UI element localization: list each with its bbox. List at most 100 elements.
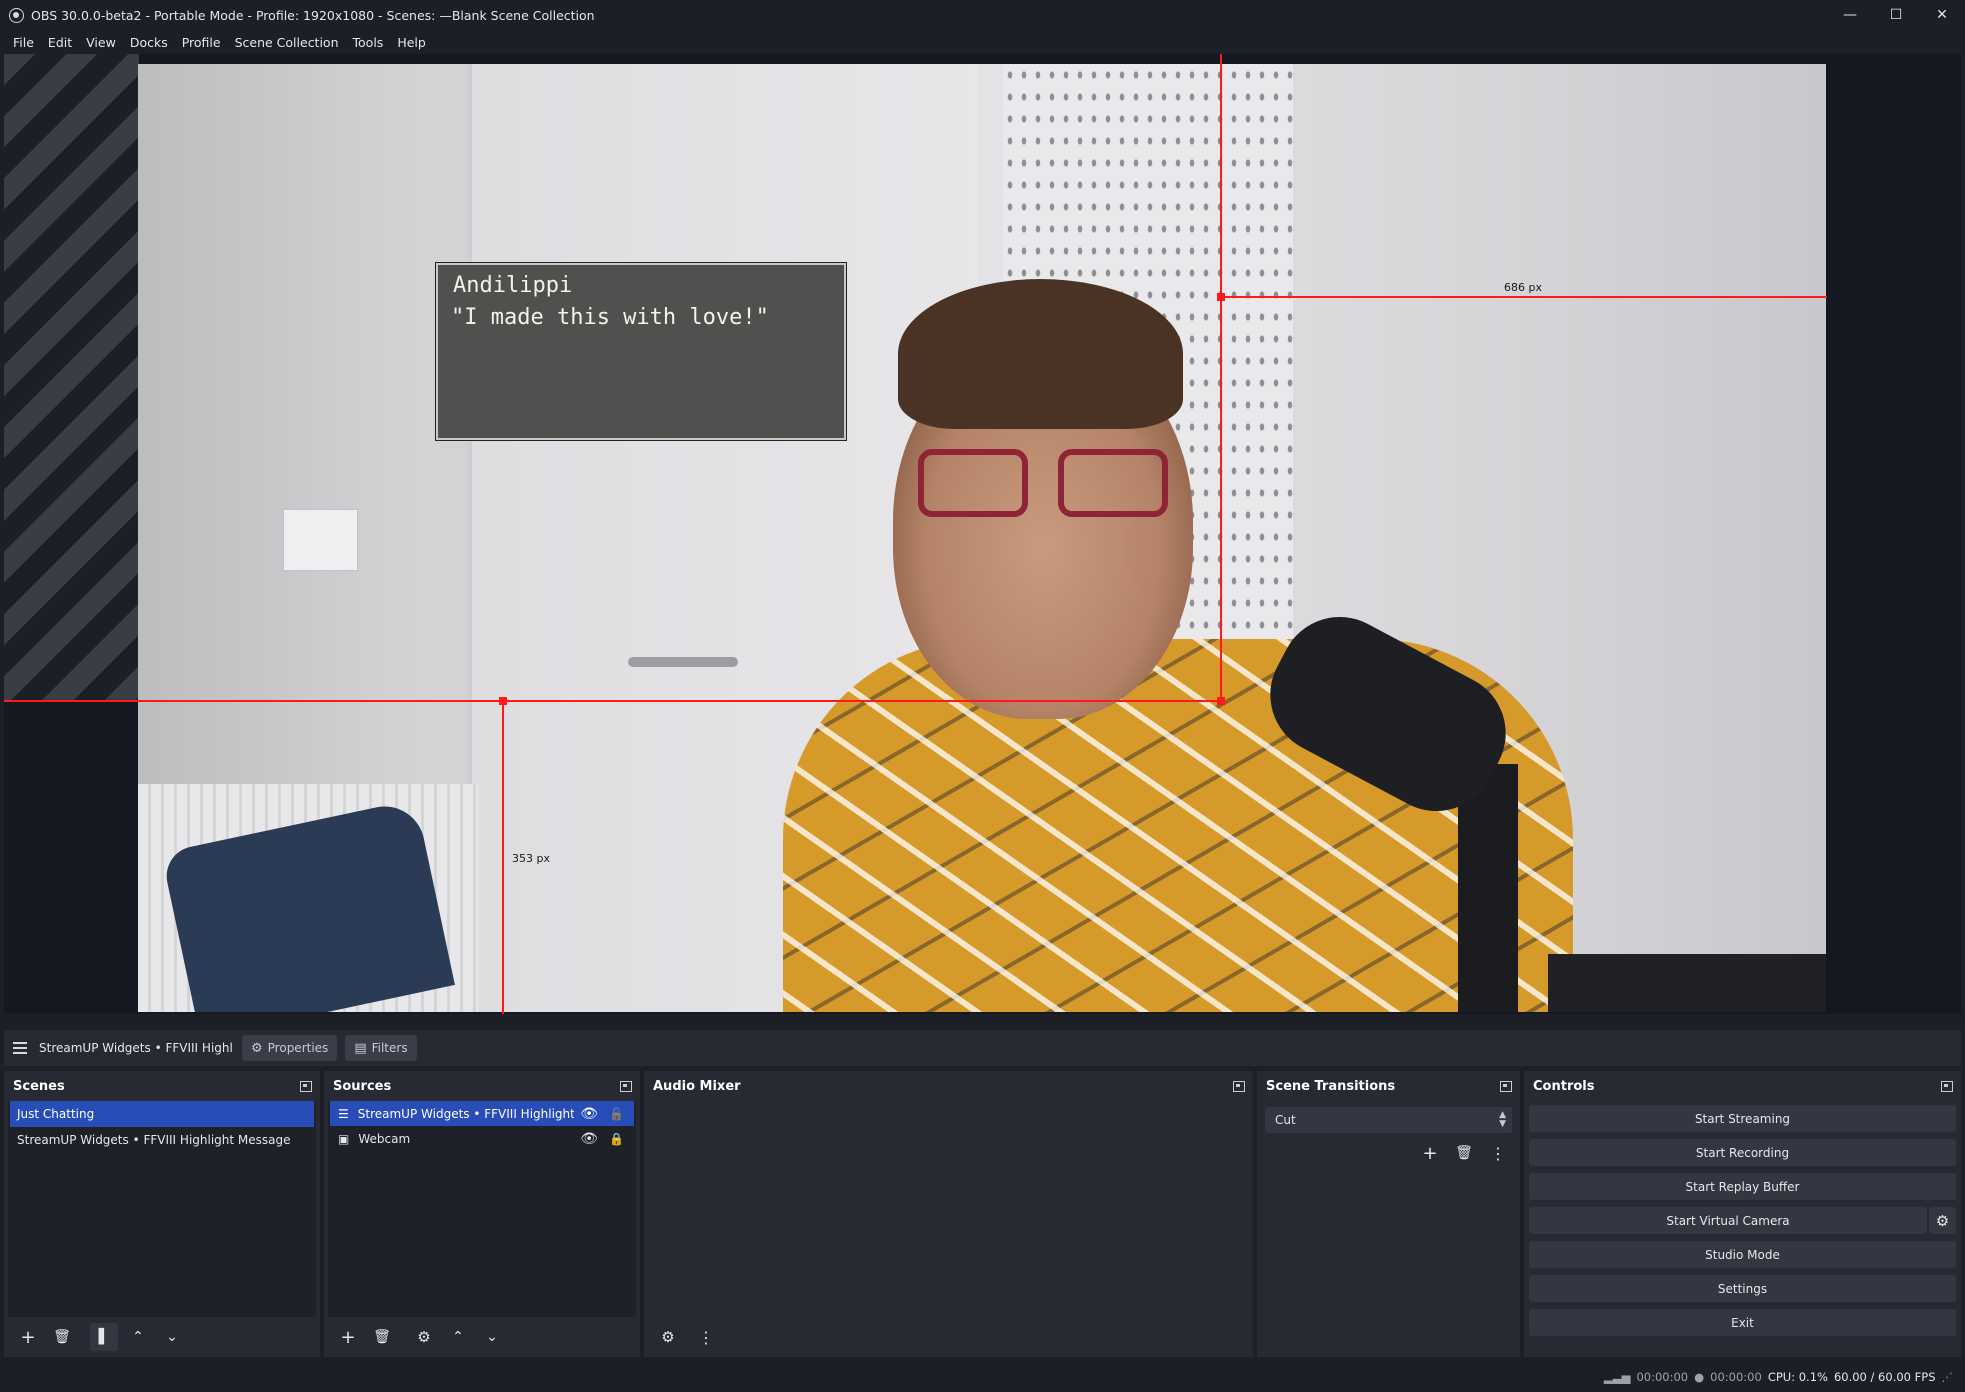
source-name: StreamUP Widgets • FFVIII Highlight Mess… bbox=[357, 1106, 574, 1121]
advanced-audio-button[interactable]: ⚙ bbox=[654, 1323, 682, 1351]
preview-area[interactable]: Andilippi "I made this with love!" 686 p… bbox=[4, 54, 1961, 1014]
properties-label: Properties bbox=[267, 1041, 329, 1055]
audio-mixer-dock: Audio Mixer ⚙ ⋮ bbox=[644, 1071, 1253, 1357]
eye-icon[interactable]: 👁 bbox=[580, 1131, 598, 1147]
guide-line-bottom bbox=[502, 701, 504, 1014]
plus-icon: + bbox=[340, 1326, 356, 1348]
remove-transition-button[interactable]: 🗑 bbox=[1450, 1139, 1478, 1167]
title-bar: OBS 30.0.0-beta2 - Portable Mode - Profi… bbox=[0, 0, 1965, 30]
menu-profile[interactable]: Profile bbox=[175, 30, 228, 54]
chevron-up-icon: ⌃ bbox=[452, 1329, 464, 1345]
move-source-up-button[interactable]: ⌃ bbox=[444, 1323, 472, 1351]
transition-select[interactable]: Cut ▲ ▼ bbox=[1265, 1107, 1512, 1133]
guide-handle-bottom-right[interactable] bbox=[1217, 697, 1225, 705]
start-streaming-button[interactable]: Start Streaming bbox=[1529, 1105, 1956, 1132]
source-name: Webcam bbox=[358, 1131, 411, 1146]
ffviii-message-widget[interactable]: Andilippi "I made this with love!" bbox=[435, 262, 847, 441]
eye-icon[interactable]: 👁 bbox=[580, 1106, 598, 1122]
studio-mode-button[interactable]: Studio Mode bbox=[1529, 1241, 1956, 1268]
guide-handle-bottom-left[interactable] bbox=[499, 697, 507, 705]
transition-toolbar: + 🗑 ⋮ bbox=[1410, 1139, 1512, 1167]
settings-button[interactable]: Settings bbox=[1529, 1275, 1956, 1302]
start-replay-buffer-button[interactable]: Start Replay Buffer bbox=[1529, 1173, 1956, 1200]
widget-message: "I made this with love!" bbox=[451, 305, 769, 330]
undock-icon[interactable] bbox=[1500, 1080, 1512, 1092]
move-scene-up-button[interactable]: ⌃ bbox=[124, 1323, 152, 1351]
source-properties-button[interactable]: ⚙ bbox=[410, 1323, 438, 1351]
add-scene-button[interactable]: + bbox=[14, 1323, 42, 1351]
add-transition-button[interactable]: + bbox=[1416, 1139, 1444, 1167]
audio-mixer-area bbox=[648, 1101, 1249, 1317]
undock-icon[interactable] bbox=[300, 1080, 312, 1092]
exit-button[interactable]: Exit bbox=[1529, 1309, 1956, 1336]
desk-item bbox=[1548, 954, 1826, 1012]
plus-icon: + bbox=[20, 1326, 36, 1348]
undock-icon[interactable] bbox=[1941, 1080, 1953, 1092]
menu-view[interactable]: View bbox=[79, 30, 123, 54]
trash-icon: 🗑 bbox=[53, 1329, 71, 1345]
minimize-button[interactable]: — bbox=[1827, 0, 1873, 30]
undock-icon[interactable] bbox=[1233, 1080, 1245, 1092]
out-of-canvas-stripes bbox=[4, 54, 139, 701]
close-button[interactable]: ✕ bbox=[1919, 0, 1965, 30]
scene-item-streamup-widgets[interactable]: StreamUP Widgets • FFVIII Highlight Mess… bbox=[10, 1127, 314, 1153]
preview-canvas[interactable]: Andilippi "I made this with love!" bbox=[138, 64, 1826, 1012]
scene-item-just-chatting[interactable]: Just Chatting bbox=[10, 1101, 314, 1127]
source-item-webcam[interactable]: ▣ Webcam 👁 🔒 bbox=[330, 1126, 634, 1151]
light-switch bbox=[283, 509, 358, 571]
maximize-button[interactable]: ☐ bbox=[1873, 0, 1919, 30]
transition-selected-value: Cut bbox=[1275, 1113, 1296, 1127]
gears-icon: ⚙ bbox=[661, 1328, 675, 1346]
scene-transitions-title: Scene Transitions bbox=[1266, 1078, 1396, 1094]
menu-docks[interactable]: Docks bbox=[123, 30, 175, 54]
audio-mixer-toolbar: ⚙ ⋮ bbox=[648, 1317, 1249, 1357]
controls-dock: Controls Start Streaming Start Recording… bbox=[1524, 1071, 1961, 1357]
window-title: OBS 30.0.0-beta2 - Portable Mode - Profi… bbox=[31, 7, 595, 23]
guide-line-right bbox=[1221, 296, 1827, 298]
guide-line-horizontal bbox=[4, 700, 1222, 702]
window-controls: — ☐ ✕ bbox=[1827, 0, 1965, 30]
sources-title: Sources bbox=[333, 1078, 392, 1094]
menu-help[interactable]: Help bbox=[390, 30, 433, 54]
person-hair bbox=[898, 279, 1183, 429]
menu-file[interactable]: File bbox=[6, 30, 41, 54]
guide-handle-top[interactable] bbox=[1217, 293, 1225, 301]
maximize-icon: ☐ bbox=[1889, 7, 1903, 23]
minimize-icon: — bbox=[1843, 7, 1857, 23]
network-signal-icon: ▂▃▅ bbox=[1603, 1370, 1631, 1384]
record-time: 00:00:00 bbox=[1710, 1370, 1762, 1384]
lock-icon[interactable]: 🔒 bbox=[609, 1132, 624, 1146]
remove-scene-button[interactable]: 🗑 bbox=[48, 1323, 76, 1351]
filter-icon: ▤ bbox=[354, 1040, 367, 1056]
virtual-camera-settings-button[interactable]: ⚙ bbox=[1929, 1207, 1956, 1234]
scene-filters-button[interactable]: ▌ bbox=[90, 1323, 118, 1351]
move-source-down-button[interactable]: ⌄ bbox=[478, 1323, 506, 1351]
list-icon bbox=[13, 1042, 27, 1054]
remove-source-button[interactable]: 🗑 bbox=[368, 1323, 396, 1351]
list-icon: ☰ bbox=[338, 1106, 349, 1121]
cpu-usage: CPU: 0.1% bbox=[1767, 1370, 1828, 1384]
sources-toolbar: + 🗑 ⚙ ⌃ ⌄ bbox=[328, 1317, 636, 1357]
filters-button[interactable]: ▤ Filters bbox=[345, 1035, 417, 1061]
move-scene-down-button[interactable]: ⌄ bbox=[158, 1323, 186, 1351]
controls-title: Controls bbox=[1533, 1078, 1595, 1094]
start-recording-button[interactable]: Start Recording bbox=[1529, 1139, 1956, 1166]
scene-transitions-dock: Scene Transitions Cut ▲ ▼ + 🗑 ⋮ bbox=[1257, 1071, 1520, 1357]
start-virtual-camera-button[interactable]: Start Virtual Camera bbox=[1529, 1207, 1927, 1234]
filters-label: Filters bbox=[371, 1041, 408, 1055]
menu-tools[interactable]: Tools bbox=[346, 30, 391, 54]
properties-button[interactable]: ⚙ Properties bbox=[242, 1035, 338, 1061]
menu-scene-collection[interactable]: Scene Collection bbox=[228, 30, 346, 54]
source-item-streamup-widgets[interactable]: ☰ StreamUP Widgets • FFVIII Highlight Me… bbox=[330, 1101, 634, 1126]
menu-edit[interactable]: Edit bbox=[41, 30, 79, 54]
add-source-button[interactable]: + bbox=[334, 1323, 362, 1351]
transition-menu-button[interactable]: ⋮ bbox=[1484, 1139, 1512, 1167]
unlock-icon[interactable]: 🔓 bbox=[609, 1107, 624, 1121]
audio-mixer-menu-button[interactable]: ⋮ bbox=[692, 1323, 720, 1351]
resize-grip-icon[interactable]: ⋰ bbox=[1942, 1370, 1954, 1384]
guide-line-vertical bbox=[1220, 54, 1222, 701]
chevron-down-icon: ⌄ bbox=[166, 1329, 178, 1345]
undock-icon[interactable] bbox=[620, 1080, 632, 1092]
door-handle bbox=[628, 657, 738, 667]
trash-icon: 🗑 bbox=[373, 1329, 391, 1345]
